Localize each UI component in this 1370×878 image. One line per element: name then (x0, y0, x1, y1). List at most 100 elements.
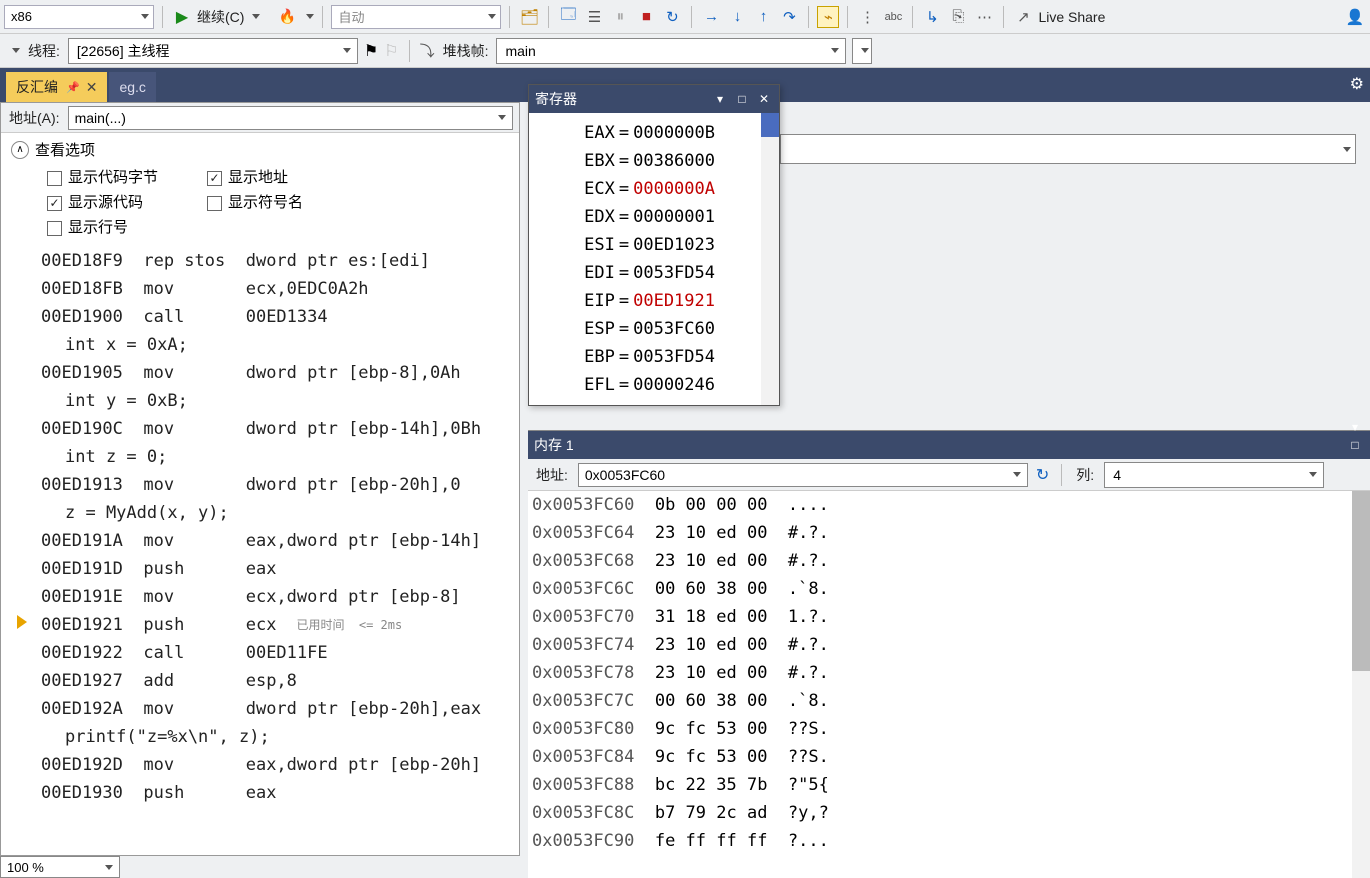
dropdown-icon[interactable]: ▾ (1346, 418, 1364, 436)
memory-row[interactable]: 0x0053FC6C 00 60 38 00 .`8. (532, 575, 1370, 603)
window-icon[interactable]: 🗔 (557, 6, 579, 28)
address-input[interactable]: main(...) (68, 106, 513, 130)
disasm-line[interactable]: printf("z=%x\n", z); (1, 723, 519, 751)
chevron-down-icon[interactable] (12, 48, 20, 53)
chevron-down-icon (498, 115, 506, 120)
chevron-down-icon[interactable] (252, 14, 260, 19)
step-over-icon[interactable]: → (700, 6, 722, 28)
restart-icon[interactable]: ↻ (661, 6, 683, 28)
memory-row[interactable]: 0x0053FC68 23 10 ed 00 #.?. (532, 547, 1370, 575)
maximize-icon[interactable]: □ (1346, 436, 1364, 454)
share-icon[interactable]: ↗ (1012, 6, 1034, 28)
disasm-line[interactable]: 00ED192D mov eax,dword ptr [ebp-20h] (1, 751, 519, 779)
live-share-button[interactable]: Live Share (1038, 9, 1105, 25)
memory-row[interactable]: 0x0053FC78 23 10 ed 00 #.?. (532, 659, 1370, 687)
disasm-line[interactable]: int z = 0; (1, 443, 519, 471)
memory-cols-selector[interactable]: 4 (1104, 462, 1324, 488)
address-label: 地址(A): (7, 108, 62, 128)
disasm-line[interactable]: 00ED1900 call 00ED1334 (1, 303, 519, 331)
disasm-line[interactable]: 00ED190C mov dword ptr [ebp-14h],0Bh (1, 415, 519, 443)
maximize-icon[interactable]: □ (733, 90, 751, 108)
thread-selector[interactable]: [22656] 主线程 (68, 38, 358, 64)
misc-icon[interactable]: ⋯ (973, 6, 995, 28)
registers-title-bar[interactable]: 寄存器 ▾ □ ✕ (529, 85, 779, 113)
flag-outline-icon[interactable]: ⚐ (384, 41, 398, 61)
memory-addr-input[interactable]: 0x0053FC60 (578, 463, 1028, 487)
register-row: EIP = 00ED1921 (533, 287, 775, 315)
stop-icon[interactable]: ■ (635, 6, 657, 28)
step-icon[interactable]: ↷ (778, 6, 800, 28)
indent-icon[interactable]: ⎘ (947, 6, 969, 28)
close-icon[interactable]: ✕ (86, 79, 98, 96)
stack-selector[interactable]: main (496, 38, 846, 64)
chevron-down-icon[interactable] (306, 14, 314, 19)
disasm-line[interactable]: 00ED1921 push ecx已用时间 <= 2ms (1, 611, 519, 639)
memory-row[interactable]: 0x0053FC64 23 10 ed 00 #.?. (532, 519, 1370, 547)
disasm-line[interactable]: 00ED192A mov dword ptr [ebp-20h],eax (1, 695, 519, 723)
scrollbar[interactable] (1352, 491, 1370, 878)
folder-icon[interactable]: 🗂 (518, 6, 540, 28)
memory-row[interactable]: 0x0053FC7C 00 60 38 00 .`8. (532, 687, 1370, 715)
hot-reload-icon[interactable]: 🔥 (276, 6, 298, 28)
disasm-line[interactable]: int y = 0xB; (1, 387, 519, 415)
disasm-line[interactable]: 00ED1927 add esp,8 (1, 667, 519, 695)
dropdown-icon[interactable]: ▾ (711, 90, 729, 108)
memory-row[interactable]: 0x0053FC84 9c fc 53 00 ??S. (532, 743, 1370, 771)
pause-icon[interactable]: ⏸ (609, 6, 631, 28)
disasm-line[interactable]: 00ED1922 call 00ED11FE (1, 639, 519, 667)
list-icon[interactable]: ☰ (583, 6, 605, 28)
close-icon[interactable]: ✕ (755, 90, 773, 108)
dots-icon[interactable]: ⋮ (856, 6, 878, 28)
abc-icon[interactable]: abc (882, 6, 904, 28)
disasm-line[interactable]: 00ED191D push eax (1, 555, 519, 583)
disasm-line[interactable]: 00ED18F9 rep stos dword ptr es:[edi] (1, 247, 519, 275)
arch-selector[interactable]: x86 (4, 5, 154, 29)
opt-lineno[interactable]: 显示行号 (47, 216, 207, 237)
opt-symbol[interactable]: 显示符号名 (207, 191, 367, 212)
tool-icon[interactable]: ↳ (921, 6, 943, 28)
zoom-selector[interactable]: 100 % (0, 856, 120, 878)
separator (548, 6, 549, 28)
memory-row[interactable]: 0x0053FC70 31 18 ed 00 1.?. (532, 603, 1370, 631)
disasm-body[interactable]: 00ED18F9 rep stos dword ptr es:[edi]00ED… (1, 247, 519, 855)
pin-icon[interactable]: 📌 (66, 81, 80, 94)
memory-row[interactable]: 0x0053FC80 9c fc 53 00 ??S. (532, 715, 1370, 743)
play-icon[interactable]: ▶ (171, 6, 193, 28)
step-into-icon[interactable]: ↓ (726, 6, 748, 28)
step-out-icon[interactable]: ↑ (752, 6, 774, 28)
gear-icon[interactable]: ⚙ (1350, 74, 1364, 94)
memory-row[interactable]: 0x0053FC90 fe ff ff ff ?... (532, 827, 1370, 855)
separator (1061, 464, 1062, 486)
disasm-line[interactable]: 00ED1913 mov dword ptr [ebp-20h],0 (1, 471, 519, 499)
memory-row[interactable]: 0x0053FC60 0b 00 00 00 .... (532, 491, 1370, 519)
tab-disassembly[interactable]: 反汇编 📌 ✕ (6, 72, 107, 102)
opt-source[interactable]: 显示源代码 (47, 191, 207, 212)
opt-code-bytes[interactable]: 显示代码字节 (47, 166, 207, 187)
stack-extra-dropdown[interactable] (852, 38, 872, 64)
continue-button[interactable]: 继续(C) (197, 7, 244, 27)
mode-selector[interactable]: 自动 (331, 5, 501, 29)
disasm-line[interactable]: 00ED1930 push eax (1, 779, 519, 807)
disasm-line[interactable]: z = MyAdd(x, y); (1, 499, 519, 527)
right-address-dropdown[interactable] (780, 134, 1356, 164)
flag-icon[interactable]: ⚑ (364, 41, 378, 61)
highlight-icon[interactable]: ⌁ (817, 6, 839, 28)
memory-row[interactable]: 0x0053FC88 bc 22 35 7b ?"5{ (532, 771, 1370, 799)
memory-row[interactable]: 0x0053FC8C b7 79 2c ad ?y,? (532, 799, 1370, 827)
collapse-icon[interactable]: ∧ (11, 141, 29, 159)
memory-title-bar[interactable]: 内存 1 ▾ □ ✕ (528, 431, 1370, 459)
memory-body[interactable]: 0x0053FC60 0b 00 00 00 ....0x0053FC64 23… (528, 491, 1370, 878)
disasm-line[interactable]: 00ED191E mov ecx,dword ptr [ebp-8] (1, 583, 519, 611)
disasm-line[interactable]: 00ED18FB mov ecx,0EDC0A2h (1, 275, 519, 303)
scrollbar[interactable] (761, 113, 779, 405)
disasm-line[interactable]: int x = 0xA; (1, 331, 519, 359)
disasm-line[interactable]: 00ED1905 mov dword ptr [ebp-8],0Ah (1, 359, 519, 387)
stack-icon[interactable]: ⤵ (420, 40, 435, 61)
address-value: main(...) (75, 110, 126, 126)
memory-row[interactable]: 0x0053FC74 23 10 ed 00 #.?. (532, 631, 1370, 659)
tab-source[interactable]: eg.c (109, 72, 155, 102)
disasm-line[interactable]: 00ED191A mov eax,dword ptr [ebp-14h] (1, 527, 519, 555)
opt-address[interactable]: 显示地址 (207, 166, 367, 187)
refresh-icon[interactable]: ↻ (1036, 465, 1049, 485)
user-icon[interactable]: 👤 (1344, 6, 1366, 28)
